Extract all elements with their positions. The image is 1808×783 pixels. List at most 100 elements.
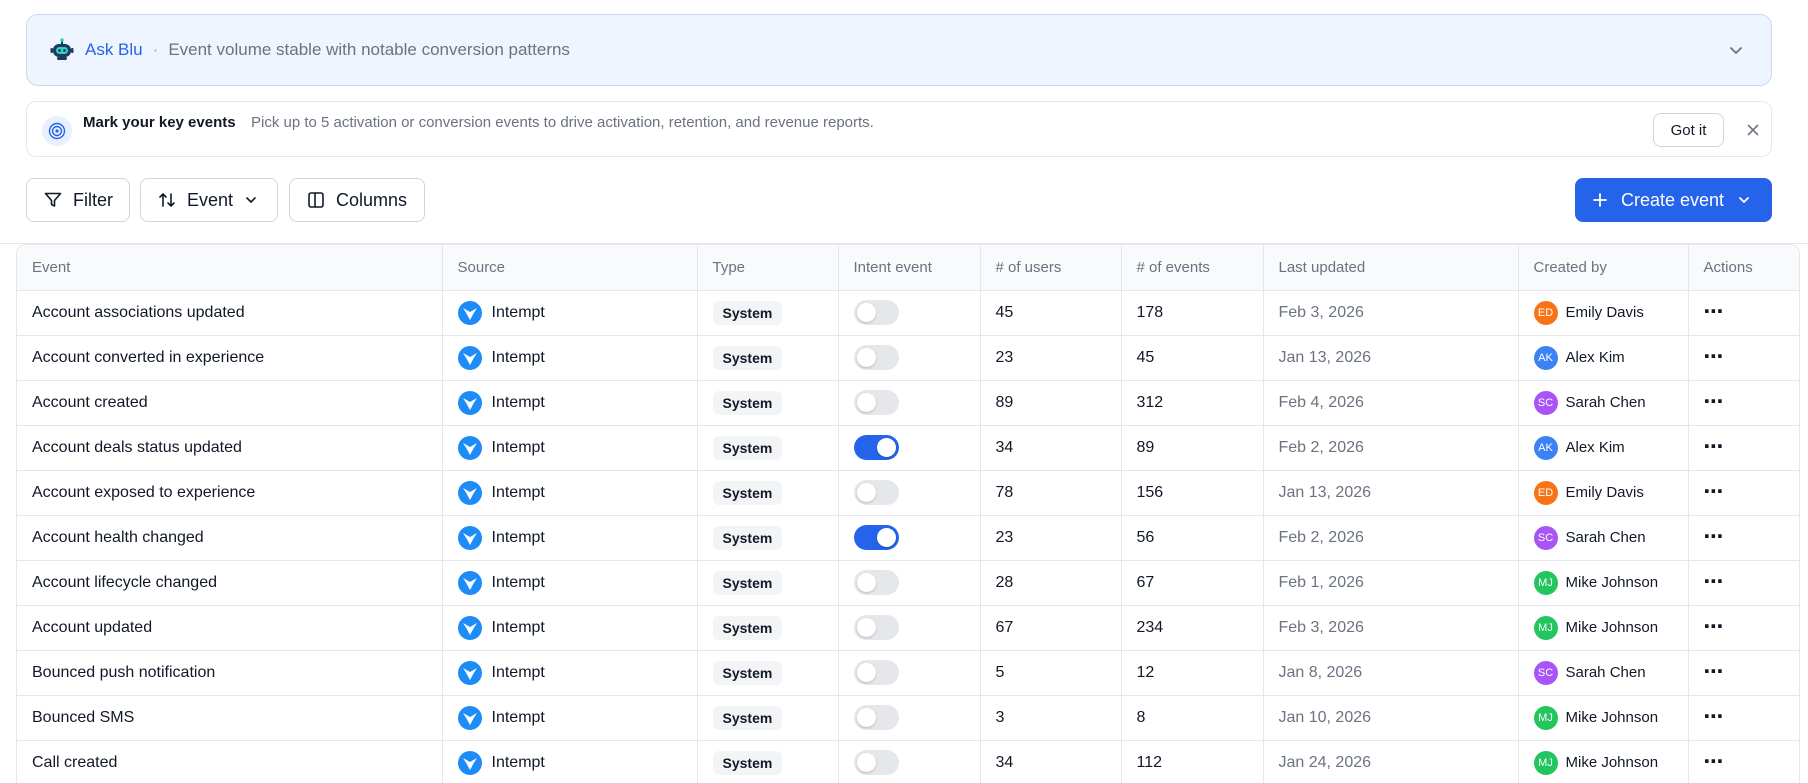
type-badge: System: [712, 705, 783, 730]
column-header[interactable]: Type: [697, 245, 839, 291]
events-count: 12: [1136, 663, 1155, 681]
chevron-down-icon[interactable]: [1727, 41, 1745, 59]
creator-name: Mike Johnson: [1565, 754, 1659, 771]
users-count: 23: [995, 528, 1014, 546]
intempt-logo-icon: [457, 435, 482, 460]
intent-event-toggle[interactable]: [853, 705, 899, 730]
create-event-button[interactable]: Create event: [1575, 178, 1772, 222]
column-header[interactable]: Created by: [1518, 245, 1689, 291]
last-updated: Feb 3, 2026: [1278, 303, 1364, 321]
event-name[interactable]: Bounced SMS: [32, 709, 134, 726]
intent-event-toggle[interactable]: [853, 660, 899, 685]
column-header[interactable]: Last updated: [1263, 245, 1519, 291]
events-count: 67: [1136, 573, 1155, 591]
event-name[interactable]: Account associations updated: [32, 304, 245, 321]
intent-event-toggle[interactable]: [853, 345, 899, 370]
toggle-knob: [856, 348, 876, 367]
intent-event-toggle[interactable]: [853, 570, 899, 595]
table-row[interactable]: Bounced SMS Intempt System 3 8 Jan 10, 2026 MJ…: [17, 695, 1799, 741]
source-name: Intempt: [491, 393, 545, 411]
source-name: Intempt: [491, 348, 545, 366]
ask-blu-summary: Event volume stable with notable convers…: [168, 40, 570, 59]
created-by: AK Alex Kim: [1533, 435, 1673, 460]
table-row[interactable]: Account associations updated Intempt Syste…: [17, 290, 1799, 336]
event-name[interactable]: Account updated: [32, 619, 152, 636]
table-row[interactable]: Account updated Intempt System 67 234 Feb 3, …: [17, 605, 1799, 651]
column-header[interactable]: # of users: [980, 245, 1122, 291]
intent-event-toggle[interactable]: [853, 525, 899, 550]
event-name[interactable]: Account deals status updated: [32, 439, 242, 456]
more-actions-icon[interactable]: ⋯: [1704, 751, 1725, 773]
toggle-knob: [876, 438, 896, 457]
created-by: MJ Mike Johnson: [1533, 705, 1673, 730]
got-it-button[interactable]: Got it: [1653, 113, 1724, 147]
toggle-knob: [856, 708, 876, 727]
avatar: SC: [1533, 525, 1558, 550]
more-actions-icon[interactable]: ⋯: [1704, 706, 1725, 728]
intent-event-toggle[interactable]: [853, 615, 899, 640]
last-updated: Jan 13, 2026: [1278, 483, 1372, 501]
table-row[interactable]: Account health changed Intempt System 23 56 F…: [17, 515, 1799, 561]
event-name[interactable]: Account converted in experience: [32, 349, 264, 366]
table-row[interactable]: Account deals status updated Intempt Syste…: [17, 425, 1799, 471]
avatar: AK: [1533, 345, 1558, 370]
last-updated: Feb 3, 2026: [1278, 618, 1364, 636]
avatar: MJ: [1533, 705, 1558, 730]
events-count: 45: [1136, 348, 1155, 366]
more-actions-icon[interactable]: ⋯: [1704, 391, 1725, 413]
event-name[interactable]: Account exposed to experience: [32, 484, 255, 501]
intempt-logo-icon: [457, 300, 482, 325]
table-row[interactable]: Account converted in experience Intempt Sy…: [17, 335, 1799, 381]
more-actions-icon[interactable]: ⋯: [1704, 616, 1725, 638]
users-count: 28: [995, 573, 1014, 591]
events-count: 56: [1136, 528, 1155, 546]
type-badge: System: [712, 615, 783, 640]
table-row[interactable]: Call created Intempt System 34 112 Jan 24, 20…: [17, 740, 1799, 783]
last-updated: Feb 2, 2026: [1278, 438, 1364, 456]
source-cell: Intempt: [457, 525, 682, 550]
plus-icon: [1593, 193, 1607, 207]
filter-button[interactable]: Filter: [26, 178, 130, 222]
more-actions-icon[interactable]: ⋯: [1704, 301, 1725, 323]
filter-label: Filter: [73, 189, 113, 210]
creator-name: Sarah Chen: [1565, 394, 1646, 411]
more-actions-icon[interactable]: ⋯: [1704, 571, 1725, 593]
intent-event-toggle[interactable]: [853, 750, 899, 775]
key-events-title: Mark your key events: [83, 114, 236, 131]
event-name[interactable]: Account lifecycle changed: [32, 574, 217, 591]
more-actions-icon[interactable]: ⋯: [1704, 346, 1725, 368]
table-row[interactable]: Account created Intempt System 89 312 Feb 4, …: [17, 380, 1799, 426]
column-header[interactable]: Source: [442, 245, 698, 291]
column-header[interactable]: Intent event: [838, 245, 981, 291]
event-name[interactable]: Account created: [32, 394, 148, 411]
more-actions-icon[interactable]: ⋯: [1704, 436, 1725, 458]
created-by: SC Sarah Chen: [1533, 660, 1673, 685]
intent-event-toggle[interactable]: [853, 480, 899, 505]
intent-event-toggle[interactable]: [853, 435, 899, 460]
avatar: SC: [1533, 390, 1558, 415]
event-name[interactable]: Call created: [32, 754, 117, 771]
intent-event-toggle[interactable]: [853, 390, 899, 415]
table-row[interactable]: Bounced push notification Intempt System 5 1…: [17, 650, 1799, 696]
chevron-down-icon: [246, 197, 256, 203]
intent-event-toggle[interactable]: [853, 300, 899, 325]
events-count: 8: [1136, 708, 1146, 726]
more-actions-icon[interactable]: ⋯: [1704, 481, 1725, 503]
column-header[interactable]: Event: [17, 245, 443, 291]
sort-event-button[interactable]: Event: [140, 178, 278, 222]
table-row[interactable]: Account lifecycle changed Intempt System 28…: [17, 560, 1799, 606]
users-count: 23: [995, 348, 1014, 366]
key-events-banner: Mark your key events Pick up to 5 activa…: [26, 101, 1772, 157]
more-actions-icon[interactable]: ⋯: [1704, 661, 1725, 683]
columns-button[interactable]: Columns: [289, 178, 425, 222]
column-header: Actions: [1688, 245, 1799, 291]
event-name[interactable]: Bounced push notification: [32, 664, 215, 681]
sort-label: Event: [187, 189, 234, 210]
close-icon[interactable]: [1743, 120, 1763, 140]
column-header[interactable]: # of events: [1121, 245, 1264, 291]
event-name[interactable]: Account health changed: [32, 529, 204, 546]
more-actions-icon[interactable]: ⋯: [1704, 526, 1725, 548]
table-row[interactable]: Account exposed to experience Intempt Syst…: [17, 470, 1799, 516]
avatar: AK: [1533, 435, 1558, 460]
ask-blu-bar[interactable]: Ask Blu · Event volume stable with notab…: [26, 14, 1772, 86]
